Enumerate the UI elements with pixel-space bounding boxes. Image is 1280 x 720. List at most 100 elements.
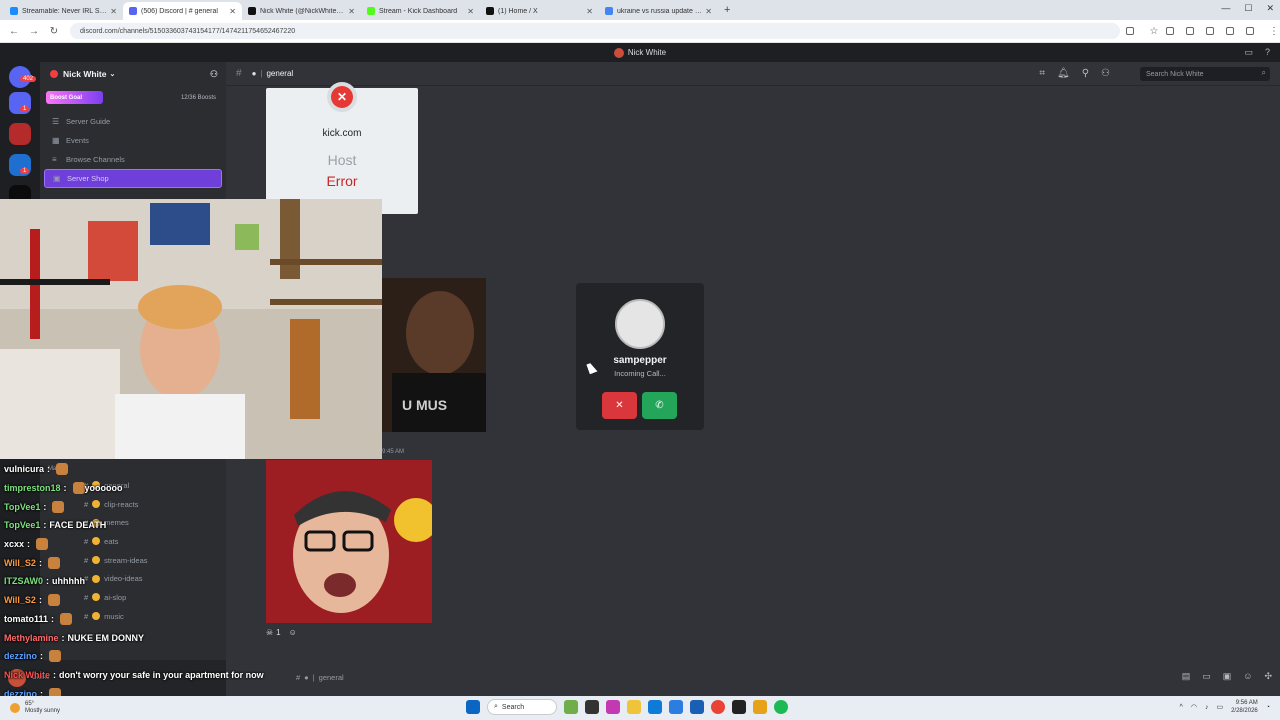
app-icon[interactable] — [690, 700, 704, 714]
sticker-icon[interactable]: ▣ — [1223, 671, 1232, 682]
bell-icon[interactable]: 🔔︎ — [1057, 68, 1070, 79]
browser-tab[interactable]: (506) Discord | # general ✕ — [123, 2, 242, 20]
chat-username: Will_S2 — [4, 595, 36, 606]
browser-tab[interactable]: (1) Home / X ✕ — [480, 2, 599, 20]
url-field[interactable]: discord.com/channels/515033603743154177/… — [70, 23, 1120, 39]
search-placeholder: Search Nick White — [1146, 70, 1204, 78]
tab-favicon-icon — [248, 7, 256, 15]
guest-video-image: U MUS — [382, 278, 486, 432]
tray-chevron-icon[interactable]: ^ — [1180, 704, 1183, 711]
pin-icon[interactable]: ⚲ — [1082, 68, 1089, 79]
browser-tab[interactable]: Nick White (@NickWhiteReal) ✕ — [242, 2, 361, 20]
embed-error-line2: Error — [326, 173, 358, 189]
tab-close-icon[interactable]: ✕ — [467, 7, 474, 16]
browser-menu-icon[interactable]: ⋮ — [1268, 26, 1280, 37]
server-icon — [50, 70, 58, 78]
extensions-puzzle-icon[interactable] — [1186, 27, 1194, 35]
chat-colon: : — [53, 669, 57, 680]
store-icon[interactable] — [669, 700, 683, 714]
forward-icon[interactable]: → — [28, 26, 40, 37]
chat-emote-icon — [47, 594, 60, 607]
add-reaction-icon[interactable]: ☺ — [289, 628, 297, 637]
weather-widget[interactable]: 65° Mostly sunny — [10, 701, 60, 715]
spotify-icon[interactable] — [774, 700, 788, 714]
sidebar-item[interactable]: ≡ Browse Channels — [44, 150, 222, 169]
zoom-icon[interactable] — [1126, 27, 1134, 35]
tab-label: (506) Discord | # general — [141, 7, 218, 15]
vlc-icon[interactable] — [753, 700, 767, 714]
tab-label: Nick White (@NickWhiteReal) — [260, 7, 346, 15]
minimize-icon[interactable]: — — [1221, 3, 1230, 14]
window-controls: — ☐ ✕ — [1221, 3, 1274, 14]
reload-icon[interactable]: ↻ — [48, 26, 60, 37]
copilot-icon[interactable] — [606, 700, 620, 714]
server-name: Nick White — [63, 69, 107, 79]
tab-close-icon[interactable]: ✕ — [348, 7, 355, 16]
inbox-icon[interactable]: ▭ — [1244, 47, 1253, 58]
battery-icon[interactable]: ▭ — [1216, 703, 1223, 711]
close-window-icon[interactable]: ✕ — [1266, 3, 1274, 14]
extension-icon[interactable] — [1166, 27, 1174, 35]
maximize-icon[interactable]: ☐ — [1244, 3, 1252, 14]
server-badge: 1 — [20, 106, 30, 112]
chrome-icon[interactable] — [711, 700, 725, 714]
back-icon[interactable]: ← — [8, 26, 20, 37]
profile-icon[interactable] — [1246, 27, 1254, 35]
sidebar-item[interactable]: ▣ Server Shop — [44, 169, 222, 188]
emoji-icon[interactable]: ☺ — [1243, 671, 1252, 682]
new-tab-button[interactable]: + — [724, 4, 730, 16]
file-explorer-icon[interactable] — [627, 700, 641, 714]
posted-image[interactable] — [266, 460, 432, 623]
search-input[interactable]: Search Nick White ⌕ — [1140, 67, 1270, 81]
tab-favicon-icon — [605, 7, 613, 15]
gift-icon[interactable]: ▤ — [1182, 671, 1191, 682]
channel-header: # ● | general ⌗ 🔔︎ ⚲ ⚇ Search Nick White… — [226, 62, 1280, 86]
edge-icon[interactable] — [648, 700, 662, 714]
server-icon[interactable] — [9, 123, 31, 145]
threads-icon[interactable]: ⌗ — [1039, 68, 1045, 79]
chat-emote-icon — [47, 556, 60, 569]
download-icon[interactable] — [1226, 27, 1234, 35]
tab-label: (1) Home / X — [498, 7, 538, 15]
chat-message: tomato111: — [4, 610, 274, 629]
reaction-count: 1 — [276, 628, 281, 637]
browser-tab[interactable]: Streamable: Never IRL Stream✕ — [4, 2, 123, 20]
chat-message: Methylamine: NUKE EM DONNY — [4, 628, 274, 647]
sidebar-item[interactable]: ☰ Server Guide — [44, 112, 222, 131]
hash-icon: # — [296, 672, 301, 682]
server-header[interactable]: Nick White ⌄ ⚇ — [40, 62, 226, 86]
chat-colon: : — [47, 464, 51, 475]
kick-embed[interactable]: ✕ kick.com Host Error — [266, 86, 418, 214]
wifi-icon[interactable]: ◠ — [1191, 703, 1197, 711]
chat-username: Methylamine — [4, 632, 59, 643]
taskbar-search[interactable]: ⌕ Search — [487, 699, 557, 715]
tab-close-icon[interactable]: ✕ — [705, 7, 712, 16]
bookmark-star-icon[interactable]: ☆ — [1148, 26, 1160, 37]
streamer-webcam — [0, 199, 382, 459]
tab-close-icon[interactable]: ✕ — [110, 7, 117, 16]
calendar-icon: ▦ — [52, 136, 60, 145]
clock[interactable]: 9:56 AM 2/28/2026 — [1231, 699, 1258, 715]
browser-tab[interactable]: ukraine vs russia update - Goog✕ — [599, 2, 718, 20]
members-icon[interactable]: ⚇ — [1101, 68, 1110, 79]
start-icon[interactable] — [466, 700, 480, 714]
apps-icon[interactable]: ✣ — [1264, 671, 1272, 682]
tab-close-icon[interactable]: ✕ — [229, 7, 236, 16]
gif-icon[interactable]: ▭ — [1202, 671, 1211, 682]
tab-close-icon[interactable]: ✕ — [586, 7, 593, 16]
accept-call-button[interactable]: ✆ — [642, 392, 677, 419]
volume-icon[interactable]: ♪ — [1205, 704, 1209, 711]
widgets-icon[interactable] — [564, 700, 578, 714]
browser-tab[interactable]: Stream - Kick Dashboard ✕ — [361, 2, 480, 20]
invite-icon[interactable]: ⚇ — [210, 69, 218, 80]
boost-goal-bar[interactable]: Boost Goal 12/36 Boosts — [46, 91, 220, 104]
help-icon[interactable]: ? — [1265, 47, 1270, 58]
server-badge: 1 — [20, 168, 30, 174]
obs-icon[interactable] — [732, 700, 746, 714]
task-view-icon[interactable] — [585, 700, 599, 714]
decline-call-button[interactable]: ✕ — [602, 392, 637, 419]
sidepanel-icon[interactable] — [1206, 27, 1214, 35]
notifications-icon[interactable]: ◔ — [1266, 704, 1270, 711]
chat-emote-icon — [72, 482, 85, 495]
sidebar-item[interactable]: ▦ Events — [44, 131, 222, 150]
